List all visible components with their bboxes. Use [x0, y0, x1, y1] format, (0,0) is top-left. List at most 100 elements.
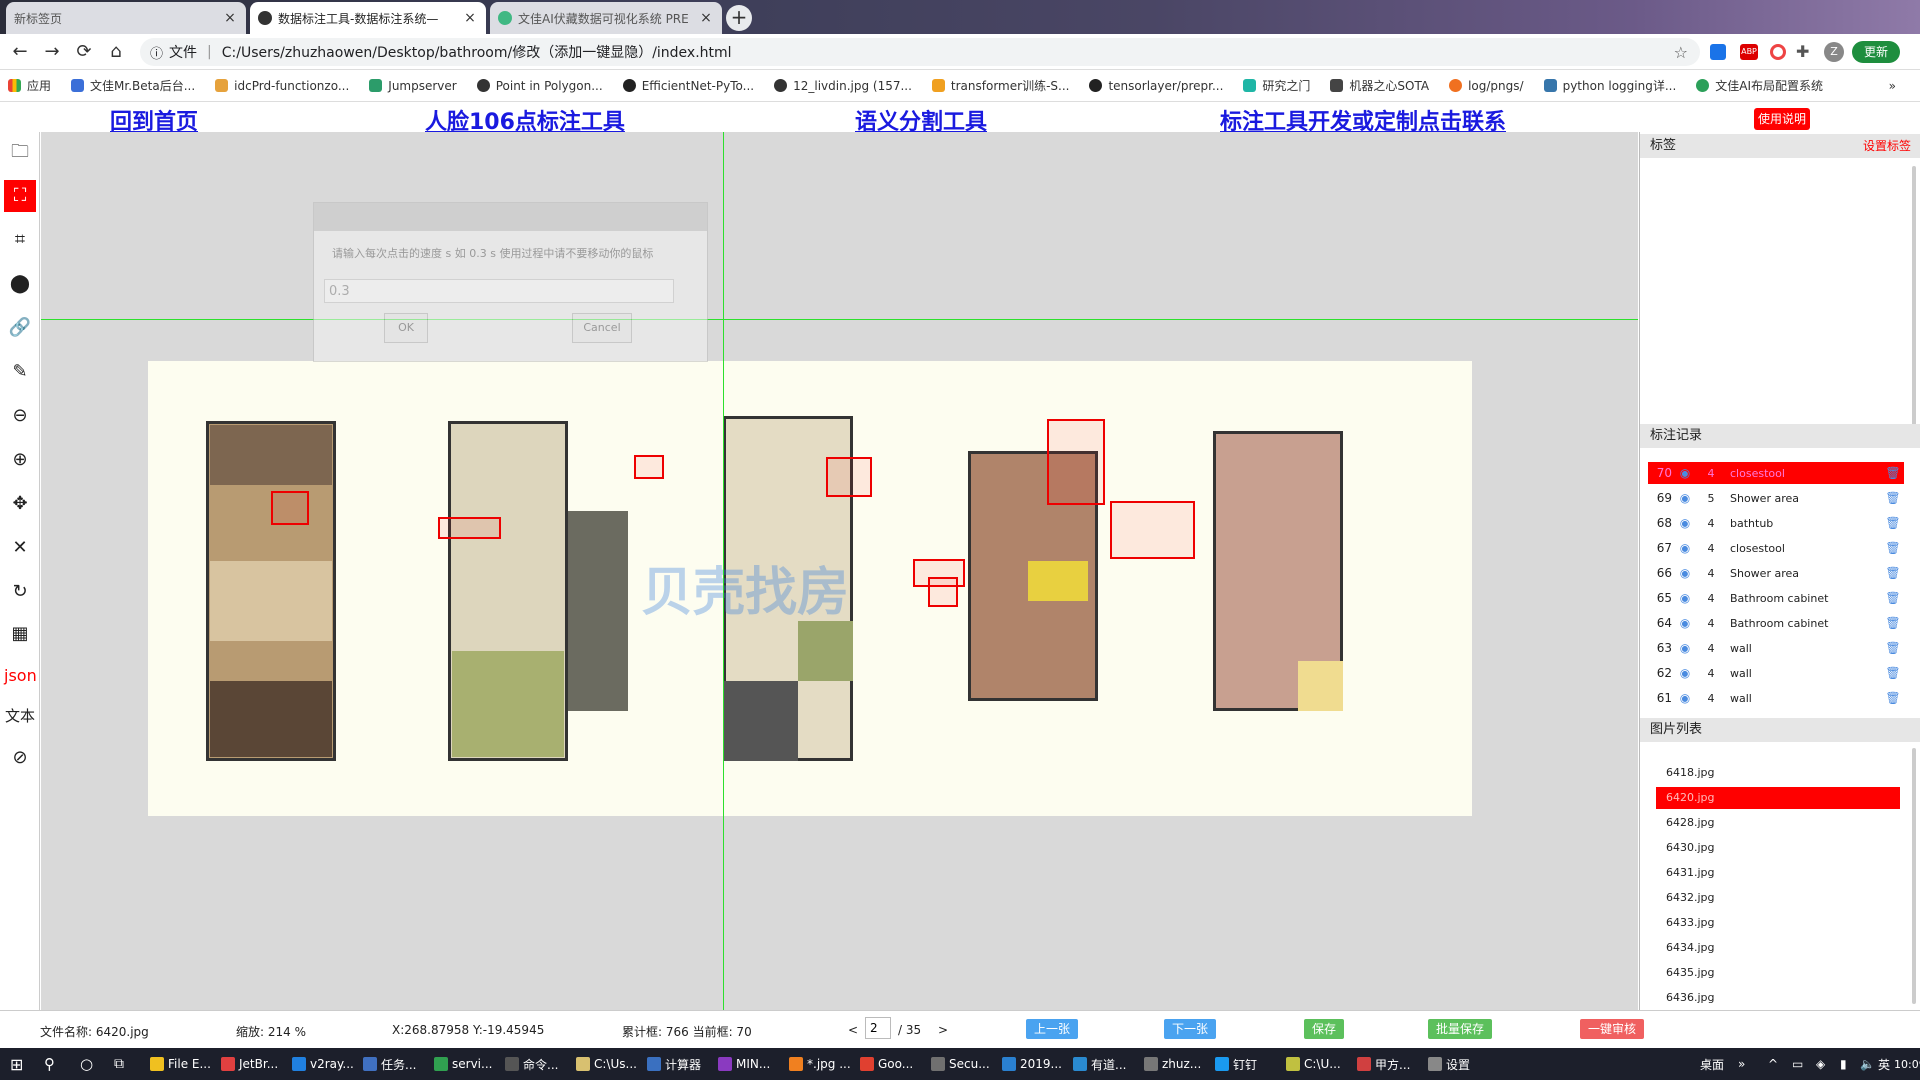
task-view-icon[interactable]: ⧉ [114, 1052, 124, 1076]
usage-button[interactable]: 使用说明 [1754, 108, 1810, 130]
tray-up-icon[interactable]: ^ [1768, 1052, 1778, 1076]
bookmark-item[interactable]: idcPrd-functionzo... [215, 79, 349, 93]
eye-icon[interactable]: ◉ [1672, 666, 1698, 680]
annotation-box[interactable] [928, 577, 958, 607]
point-tool-icon[interactable]: ⬤ [4, 268, 36, 300]
json-button[interactable]: json [4, 660, 37, 692]
speed-input[interactable] [324, 279, 674, 303]
image-list-item[interactable]: 6428.jpg [1656, 812, 1900, 834]
eye-icon[interactable]: ◉ [1672, 491, 1698, 505]
save-button[interactable]: 保存 [1304, 1019, 1345, 1039]
taskbar-app[interactable]: 设置 [1428, 1052, 1470, 1076]
taskbar-app[interactable]: File E... [150, 1052, 211, 1076]
taskbar-app[interactable]: 有道... [1073, 1052, 1126, 1076]
bookmark-item[interactable]: 12_livdin.jpg (157... [774, 79, 912, 93]
annotation-canvas[interactable]: 贝壳找房 请输入每次点击的速度 s 如 0.3 s 使用过程中请不要移动你的鼠标… [41, 132, 1638, 1010]
bookmark-item[interactable]: log/pngs/ [1449, 79, 1524, 93]
volume-icon[interactable]: 🔈 [1860, 1052, 1875, 1076]
trash-icon[interactable]: 🗑 [1882, 691, 1904, 705]
eye-icon[interactable]: ◉ [1672, 691, 1698, 705]
trash-icon[interactable]: 🗑 [1882, 541, 1904, 555]
taskbar-app[interactable]: servi... [434, 1052, 492, 1076]
taskbar-app[interactable]: JetBr... [221, 1052, 278, 1076]
bookmark-item[interactable]: 机器之心SOTA [1330, 77, 1429, 94]
polygon-tool-icon[interactable]: ⌗ [4, 224, 36, 256]
record-row[interactable]: 66 ◉ 4 Shower area 🗑 [1648, 562, 1904, 584]
record-row[interactable]: 63 ◉ 4 wall 🗑 [1648, 637, 1904, 659]
rect-tool-icon[interactable]: ⛶ [4, 180, 36, 212]
reload-icon[interactable]: ⟳ [72, 40, 96, 64]
trash-icon[interactable]: 🗑 [1882, 666, 1904, 680]
bookmark-item[interactable]: EfficientNet-PyTo... [622, 79, 754, 93]
tab-annotation-tool[interactable]: 数据标注工具-数据标注系统— × [250, 2, 486, 34]
battery-icon[interactable]: ▮ [1840, 1052, 1847, 1076]
bookmarks-more[interactable]: » [1889, 79, 1896, 93]
close-icon[interactable]: × [698, 10, 714, 26]
bookmark-item[interactable]: 应用 [8, 77, 51, 94]
zoom-in-icon[interactable]: ⊕ [4, 444, 36, 476]
bookmark-item[interactable]: transformer训练-S... [931, 77, 1069, 94]
folder-icon[interactable]: 🗀 [4, 136, 36, 168]
cancel-button[interactable]: Cancel [572, 313, 632, 343]
taskbar-app[interactable]: MIN... [718, 1052, 770, 1076]
eye-icon[interactable]: ◉ [1672, 591, 1698, 605]
bookmark-item[interactable]: Jumpserver [369, 79, 457, 93]
trash-icon[interactable]: 🗑 [1882, 466, 1904, 480]
trash-icon[interactable]: 🗑 [1882, 516, 1904, 530]
eye-icon[interactable]: ◉ [1672, 641, 1698, 655]
taskbar-app[interactable]: C:\U... [1286, 1052, 1341, 1076]
record-row[interactable]: 70 ◉ 4 closestool 🗑 [1648, 462, 1904, 484]
text-button[interactable]: 文本 [4, 700, 36, 732]
chevron-more-icon[interactable]: » [1738, 1052, 1745, 1076]
eye-icon[interactable]: ◉ [1672, 516, 1698, 530]
update-button[interactable]: 更新 [1852, 41, 1900, 63]
scrollbar[interactable] [1912, 166, 1916, 436]
image-list-item[interactable]: 6434.jpg [1656, 937, 1900, 959]
taskbar-app[interactable]: 甲方... [1357, 1052, 1410, 1076]
image-list-item[interactable]: 6418.jpg [1656, 762, 1900, 784]
record-row[interactable]: 69 ◉ 5 Shower area 🗑 [1648, 487, 1904, 509]
home-icon[interactable]: ⌂ [104, 40, 128, 64]
link-icon[interactable]: 🔗 [4, 312, 36, 344]
new-tab-button[interactable]: + [726, 5, 752, 31]
scrollbar[interactable] [1912, 748, 1916, 1004]
trash-icon[interactable]: 🗑 [1882, 591, 1904, 605]
close-icon[interactable]: ✕ [4, 532, 36, 564]
bookmark-item[interactable]: 研究之门 [1243, 77, 1310, 94]
forward-icon[interactable]: → [40, 40, 64, 64]
ime-indicator[interactable]: 英 [1878, 1052, 1890, 1076]
review-button[interactable]: 一键审核 [1580, 1019, 1645, 1039]
back-icon[interactable]: ← [8, 40, 32, 64]
eye-icon[interactable]: ◉ [1672, 541, 1698, 555]
taskbar-app[interactable]: C:\Us... [576, 1052, 637, 1076]
record-row[interactable]: 67 ◉ 4 closestool 🗑 [1648, 537, 1904, 559]
rotate-icon[interactable]: ↻ [4, 576, 36, 608]
network-icon[interactable]: ▭ [1792, 1052, 1803, 1076]
eye-icon[interactable]: ◉ [1672, 616, 1698, 630]
zoom-out-icon[interactable]: ⊖ [4, 400, 36, 432]
tab-new-tab[interactable]: 新标签页 × [6, 2, 246, 34]
image-list-item[interactable]: 6432.jpg [1656, 887, 1900, 909]
chrome-extension-icon[interactable] [1770, 44, 1786, 60]
cortana-icon[interactable]: ○ [80, 1052, 93, 1076]
star-icon[interactable]: ☆ [1674, 43, 1688, 62]
info-icon[interactable]: ⓘ [150, 43, 163, 62]
tab-visualization[interactable]: 文佳AI伏藏数据可视化系统 PRE × [490, 2, 722, 34]
move-icon[interactable]: ✥ [4, 488, 36, 520]
record-row[interactable]: 62 ◉ 4 wall 🗑 [1648, 662, 1904, 684]
image-list-item[interactable]: 6435.jpg [1656, 962, 1900, 984]
batch-save-button[interactable]: 批量保存 [1428, 1019, 1493, 1039]
taskbar-app[interactable]: *.jpg ... [789, 1052, 851, 1076]
hide-icon[interactable]: ⊘ [4, 742, 36, 774]
taskbar-app[interactable]: 任务... [363, 1052, 416, 1076]
prev-page-arrow[interactable]: < [848, 1023, 858, 1037]
taskbar-app[interactable]: 命令... [505, 1052, 558, 1076]
address-bar[interactable]: ⓘ 文件 | C:/Users/zhuzhaowen/Desktop/bathr… [140, 38, 1700, 66]
desktop-label[interactable]: 桌面 [1700, 1052, 1724, 1076]
avatar[interactable]: Z [1824, 42, 1844, 62]
taskbar-app[interactable]: Secu... [931, 1052, 990, 1076]
eye-icon[interactable]: ◉ [1672, 466, 1698, 480]
ok-button[interactable]: OK [384, 313, 428, 343]
record-row[interactable]: 61 ◉ 4 wall 🗑 [1648, 687, 1904, 709]
taskbar-app[interactable]: 2019... [1002, 1052, 1062, 1076]
